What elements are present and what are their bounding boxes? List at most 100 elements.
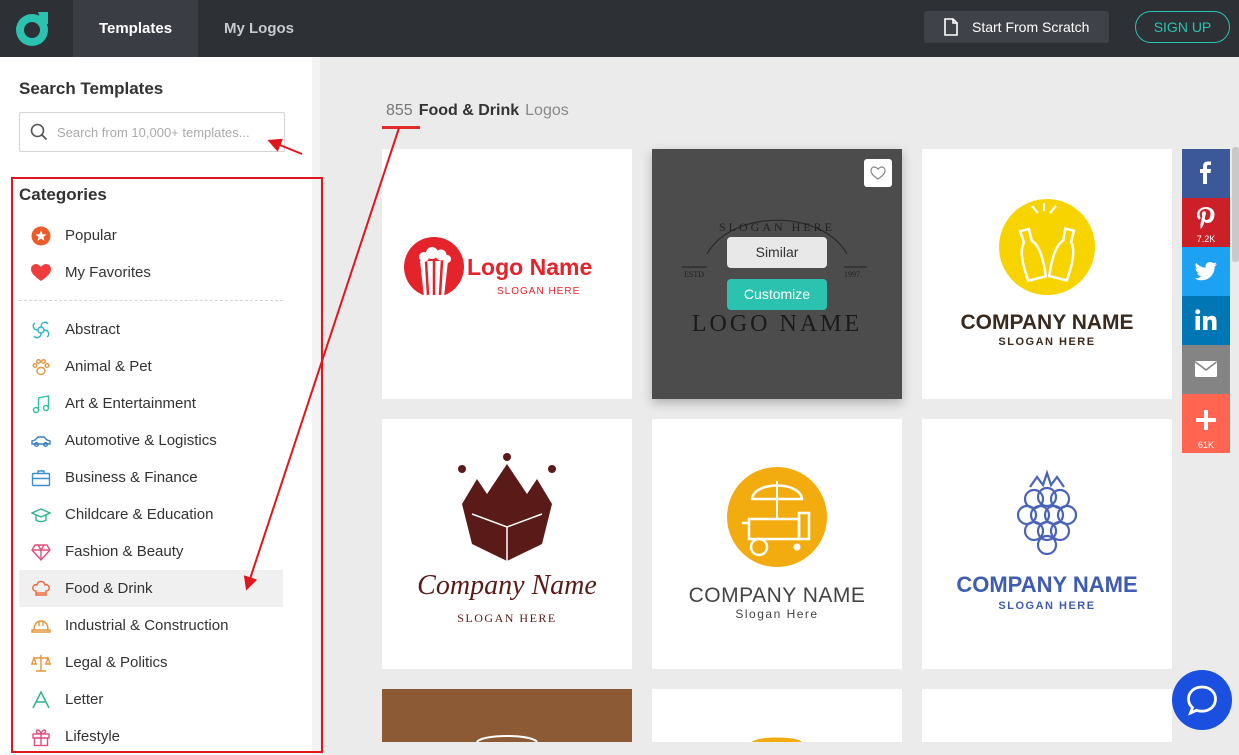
- card-slogan: Slogan Here: [735, 607, 818, 621]
- similar-button[interactable]: Similar: [727, 237, 827, 268]
- category-childcare-education[interactable]: Childcare & Education: [19, 496, 283, 533]
- hard-hat-icon: [31, 620, 51, 633]
- facebook-share-button[interactable]: [1182, 149, 1230, 198]
- category-business-finance[interactable]: Business & Finance: [19, 459, 283, 496]
- category-label: Animal & Pet: [65, 358, 152, 375]
- raspberry-logo-icon: COMPANY NAME SLOGAN HERE: [956, 469, 1138, 612]
- card-estd-label: ESTD: [684, 270, 704, 279]
- letter-a-icon: [32, 690, 50, 709]
- start-from-scratch-button[interactable]: Start From Scratch: [924, 11, 1109, 43]
- card-slogan: SLOGAN HERE: [457, 611, 557, 625]
- category-popular[interactable]: Popular: [19, 217, 283, 254]
- template-card[interactable]: COMPANY NAME SLOGAN HERE: [922, 149, 1172, 399]
- category-label: Lifestyle: [65, 728, 121, 745]
- category-animal-pet[interactable]: Animal & Pet: [19, 348, 283, 385]
- category-label: Fashion & Beauty: [65, 543, 184, 560]
- category-label: Industrial & Construction: [65, 617, 229, 634]
- card-logo-name: Company Name: [417, 570, 597, 601]
- template-card-hovered[interactable]: SLOGAN HERE ESTD 1997. LOGO NAME Similar…: [652, 149, 902, 399]
- popcorn-logo-icon: Logo Name SLOGAN HERE: [404, 237, 592, 297]
- brand-logo-icon[interactable]: [12, 8, 52, 48]
- category-lifestyle[interactable]: Lifestyle: [19, 718, 283, 755]
- email-share-button[interactable]: [1182, 345, 1230, 394]
- category-fashion-beauty[interactable]: Fashion & Beauty: [19, 533, 283, 570]
- pinterest-share-button[interactable]: 7.2K: [1182, 198, 1230, 247]
- results-heading: 855 Food & Drink Logos: [386, 102, 569, 120]
- heart-outline-icon: [870, 166, 886, 180]
- category-label: Childcare & Education: [65, 506, 214, 523]
- template-card-partial[interactable]: [922, 689, 1172, 742]
- card-year-label: 1997.: [844, 270, 862, 279]
- gift-icon: [32, 729, 50, 747]
- food-cart-logo-icon: COMPANY NAME Slogan Here: [689, 467, 866, 621]
- linkedin-share-button[interactable]: [1182, 296, 1230, 345]
- results-category: Food & Drink: [418, 102, 520, 119]
- bottles-logo-icon: COMPANY NAME SLOGAN HERE: [960, 199, 1134, 348]
- sidebar-scrollbar[interactable]: [312, 57, 320, 755]
- document-icon: [944, 18, 958, 36]
- category-industrial-construction[interactable]: Industrial & Construction: [19, 607, 283, 644]
- template-card[interactable]: COMPANY NAME SLOGAN HERE: [922, 419, 1172, 669]
- favorite-button[interactable]: [864, 159, 892, 187]
- main-scrollbar[interactable]: [1232, 147, 1239, 262]
- card-logo-name: COMPANY NAME: [689, 584, 866, 607]
- card-logo-name: COMPANY NAME: [960, 311, 1133, 334]
- chocolate-logo-icon: Company Name SLOGAN HERE: [417, 453, 597, 625]
- search-box[interactable]: [19, 112, 285, 152]
- chat-bubble-icon: [1187, 685, 1217, 716]
- start-from-scratch-label: Start From Scratch: [972, 19, 1090, 35]
- star-badge-icon: [31, 226, 51, 246]
- card-logo-name: Logo Name: [467, 254, 592, 280]
- category-label: Letter: [65, 691, 104, 708]
- more-share-button[interactable]: 61K: [1182, 394, 1230, 453]
- music-note-icon: [32, 395, 50, 414]
- twitter-share-button[interactable]: [1182, 247, 1230, 296]
- tab-my-logos[interactable]: My Logos: [198, 0, 320, 57]
- pinterest-count: 7.2K: [1196, 234, 1216, 244]
- card-slogan: SLOGAN HERE: [719, 220, 835, 234]
- card-logo-name: LOGO NAME: [692, 311, 862, 337]
- pinterest-icon: [1197, 207, 1215, 229]
- template-card-partial[interactable]: [652, 689, 902, 742]
- diamond-icon: [31, 544, 51, 562]
- category-label: Business & Finance: [65, 469, 198, 486]
- heart-icon: [31, 264, 51, 281]
- category-legal-politics[interactable]: Legal & Politics: [19, 644, 283, 681]
- chef-hat-icon: [32, 580, 50, 596]
- car-icon: [31, 436, 51, 447]
- category-label: Art & Entertainment: [65, 395, 196, 412]
- template-card-partial[interactable]: [382, 689, 632, 742]
- category-letter[interactable]: Letter: [19, 681, 283, 718]
- search-title: Search Templates: [19, 79, 164, 98]
- category-label: Food & Drink: [65, 580, 153, 597]
- briefcase-icon: [31, 470, 51, 487]
- category-food-drink[interactable]: Food & Drink: [19, 570, 283, 607]
- share-count: 61K: [1197, 440, 1214, 450]
- chat-button[interactable]: [1172, 670, 1232, 730]
- categories-title: Categories: [19, 185, 107, 204]
- partial-logo-icon: [476, 735, 538, 742]
- template-card[interactable]: Company Name SLOGAN HERE: [382, 419, 632, 669]
- facebook-icon: [1200, 161, 1211, 184]
- category-divider: [19, 300, 283, 301]
- category-list: Popular My Favorites Abstract Animal & P…: [19, 217, 283, 755]
- template-card[interactable]: Logo Name SLOGAN HERE: [382, 149, 632, 399]
- category-art-entertainment[interactable]: Art & Entertainment: [19, 385, 283, 422]
- linkedin-icon: [1195, 309, 1217, 330]
- results-suffix: Logos: [525, 102, 569, 119]
- search-input[interactable]: [57, 122, 277, 142]
- category-my-favorites[interactable]: My Favorites: [19, 254, 283, 291]
- tab-templates[interactable]: Templates: [73, 0, 198, 57]
- paw-icon: [32, 359, 50, 376]
- sidebar: Search Templates Categories Popular My F…: [0, 57, 312, 755]
- customize-button[interactable]: Customize: [727, 279, 827, 310]
- category-label: Legal & Politics: [65, 654, 168, 671]
- search-icon: [30, 123, 48, 141]
- template-card[interactable]: COMPANY NAME Slogan Here: [652, 419, 902, 669]
- category-abstract[interactable]: Abstract: [19, 311, 283, 348]
- card-slogan: SLOGAN HERE: [998, 600, 1095, 612]
- abstract-icon: [32, 321, 50, 339]
- heading-underline: [382, 126, 420, 129]
- category-automotive-logistics[interactable]: Automotive & Logistics: [19, 422, 283, 459]
- sign-up-button[interactable]: SIGN UP: [1135, 11, 1230, 43]
